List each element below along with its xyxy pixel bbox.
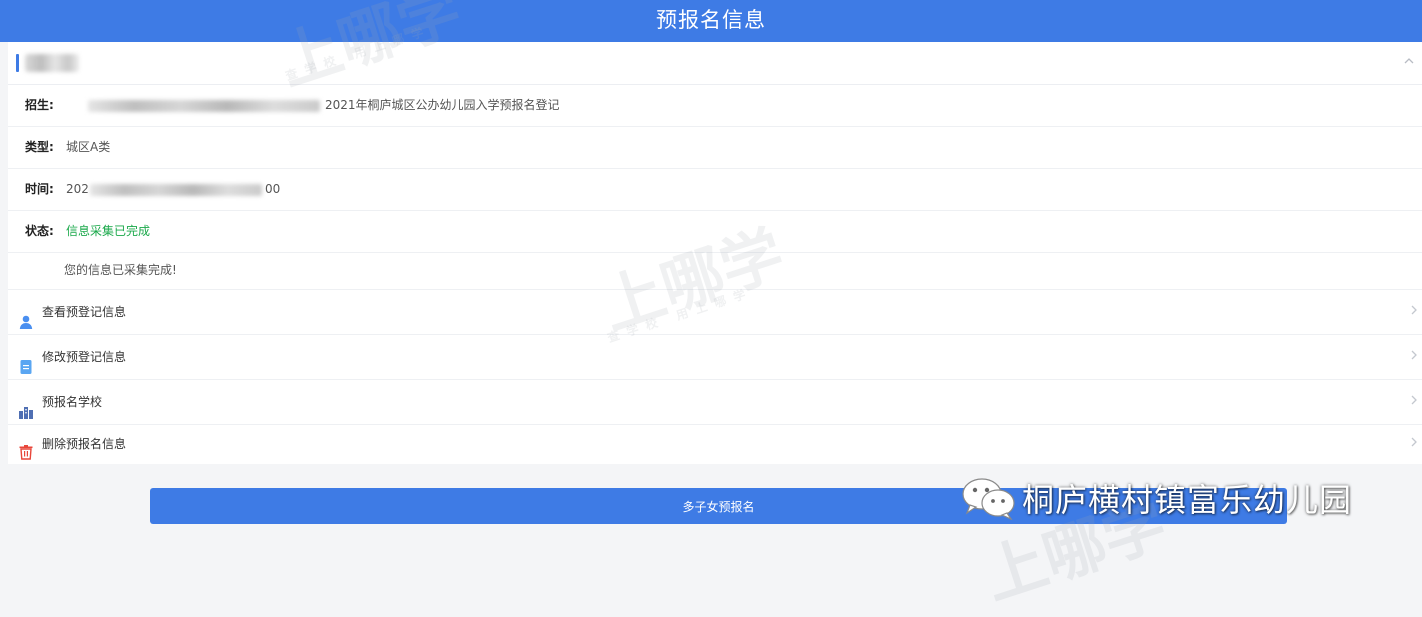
menu-label-school: 预报名学校 [42,395,103,409]
page-header: 预报名信息 [0,0,1422,42]
chevron-right-icon [1410,290,1418,334]
chevron-up-icon[interactable] [1402,55,1416,69]
school-icon [18,394,34,419]
multi-child-registration-button[interactable]: 多子女预报名 [150,488,1287,524]
accent-bar [16,54,19,72]
menu-item-view-registration[interactable]: 查看预登记信息 [8,290,1422,335]
enroll-redacted [88,100,320,112]
enroll-value: 2021年桐庐城区公办幼儿园入学预报名登记 [325,98,560,112]
registration-card: 招生: 2021年桐庐城区公办幼儿园入学预报名登记 类型: 城区A类 时间: 2… [8,42,1422,464]
menu-item-edit-registration[interactable]: 修改预登记信息 [8,335,1422,380]
time-row: 时间: 202 00 [8,169,1422,211]
status-note: 您的信息已采集完成! [64,263,177,277]
status-row: 状态: 信息采集已完成 [8,211,1422,253]
time-value-prefix: 202 [66,182,89,196]
chevron-right-icon [1410,335,1418,379]
page-title: 预报名信息 [656,8,766,32]
enroll-row: 招生: 2021年桐庐城区公办幼儿园入学预报名登记 [8,85,1422,127]
chevron-right-icon [1410,380,1418,424]
menu-item-delete-registration[interactable]: 删除预报名信息 [8,424,1422,464]
card-header[interactable] [8,42,1422,85]
user-icon [18,304,34,329]
status-label: 状态: [25,224,54,238]
type-label: 类型: [25,140,54,154]
enroll-label: 招生: [25,98,54,112]
document-icon [18,349,34,374]
menu-label-edit: 修改预登记信息 [42,350,127,364]
time-value-suffix: 00 [265,182,281,196]
child-name-redacted [25,54,79,72]
time-redacted [90,184,262,196]
type-row: 类型: 城区A类 [8,127,1422,169]
trash-icon [18,436,34,460]
menu-item-school[interactable]: 预报名学校 [8,380,1422,425]
status-value: 信息采集已完成 [66,224,151,238]
chevron-right-icon [1410,424,1418,464]
menu-label-view: 查看预登记信息 [42,305,127,319]
status-note-row: 您的信息已采集完成! [8,252,1422,290]
menu-label-delete: 删除预报名信息 [42,437,127,451]
time-label: 时间: [25,182,54,196]
type-value: 城区A类 [66,140,111,154]
